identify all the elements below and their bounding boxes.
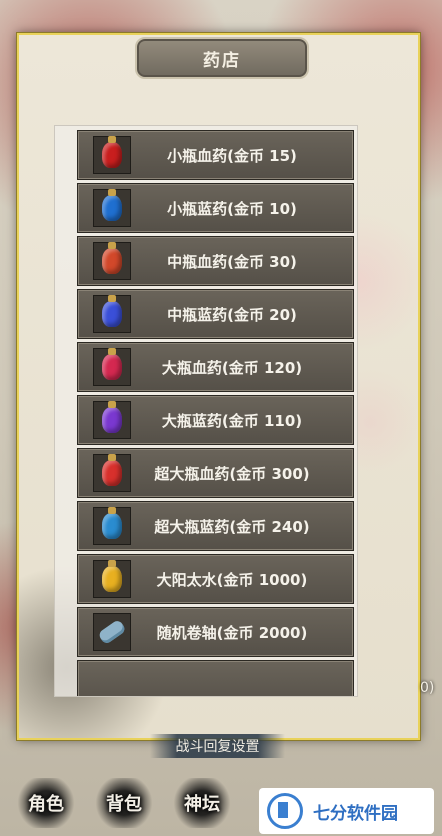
- item-slot: [93, 507, 131, 545]
- item-list[interactable]: 小瓶血药(金币 15) 小瓶蓝药(金币 10) 中瓶血药(金币 30) 中瓶蓝药…: [54, 125, 358, 697]
- medium-blue-potion-icon: [102, 295, 122, 327]
- site-watermark: 七分软件园: [259, 788, 434, 834]
- shop-item[interactable]: 大瓶血药(金币 120): [77, 342, 354, 392]
- sun-water-icon: [102, 560, 122, 592]
- small-red-potion-icon: [102, 136, 122, 168]
- small-blue-potion-icon: [102, 189, 122, 221]
- side-counter: 0): [420, 680, 435, 696]
- item-slot: [93, 560, 131, 598]
- watermark-logo-icon: [267, 793, 303, 829]
- item-slot: [93, 401, 131, 439]
- shop-item[interactable]: 大阳太水(金币 1000): [77, 554, 354, 604]
- shop-panel: 药店 小瓶血药(金币 15) 小瓶蓝药(金币 10) 中瓶血药(金币 30) 中…: [17, 33, 420, 740]
- item-slot: [93, 295, 131, 333]
- nav-character[interactable]: 角色: [14, 778, 78, 828]
- item-label: 中瓶血药(金币 30): [167, 252, 297, 271]
- item-label: 大瓶蓝药(金币 110): [161, 411, 303, 430]
- xl-red-potion-icon: [102, 454, 122, 486]
- shop-item-partial[interactable]: [77, 660, 354, 696]
- item-label: 随机卷轴(金币 2000): [156, 623, 308, 642]
- nav-bag[interactable]: 背包: [92, 778, 156, 828]
- item-slot: [93, 454, 131, 492]
- item-label: 超大瓶血药(金币 300): [154, 464, 310, 483]
- shop-item[interactable]: 超大瓶蓝药(金币 240): [77, 501, 354, 551]
- shop-item[interactable]: 中瓶血药(金币 30): [77, 236, 354, 286]
- item-label: 大瓶血药(金币 120): [161, 358, 303, 377]
- item-label: 小瓶血药(金币 15): [167, 146, 297, 165]
- item-slot: [93, 242, 131, 280]
- shop-item[interactable]: 大瓶蓝药(金币 110): [77, 395, 354, 445]
- nav-altar[interactable]: 神坛: [170, 778, 234, 828]
- battle-recovery-settings-button[interactable]: 战斗回复设置: [150, 734, 285, 758]
- item-label: 超大瓶蓝药(金币 240): [154, 517, 310, 536]
- item-label: 小瓶蓝药(金币 10): [167, 199, 297, 218]
- shop-title: 药店: [203, 50, 241, 71]
- item-label: 大阳太水(金币 1000): [156, 570, 308, 589]
- shop-item[interactable]: 小瓶蓝药(金币 10): [77, 183, 354, 233]
- shop-item[interactable]: 随机卷轴(金币 2000): [77, 607, 354, 657]
- watermark-text: 七分软件园: [313, 803, 398, 824]
- item-slot: [93, 189, 131, 227]
- scroll-icon: [97, 618, 127, 646]
- shop-title-plate: 药店: [135, 37, 309, 79]
- item-slot: [93, 136, 131, 174]
- large-red-potion-icon: [102, 348, 122, 380]
- xl-blue-potion-icon: [102, 507, 122, 539]
- large-blue-potion-icon: [102, 401, 122, 433]
- item-label: 中瓶蓝药(金币 20): [167, 305, 297, 324]
- item-slot: [93, 348, 131, 386]
- item-slot: [93, 613, 131, 651]
- shop-item[interactable]: 超大瓶血药(金币 300): [77, 448, 354, 498]
- shop-item[interactable]: 中瓶蓝药(金币 20): [77, 289, 354, 339]
- shop-item[interactable]: 小瓶血药(金币 15): [77, 130, 354, 180]
- medium-red-potion-icon: [102, 242, 122, 274]
